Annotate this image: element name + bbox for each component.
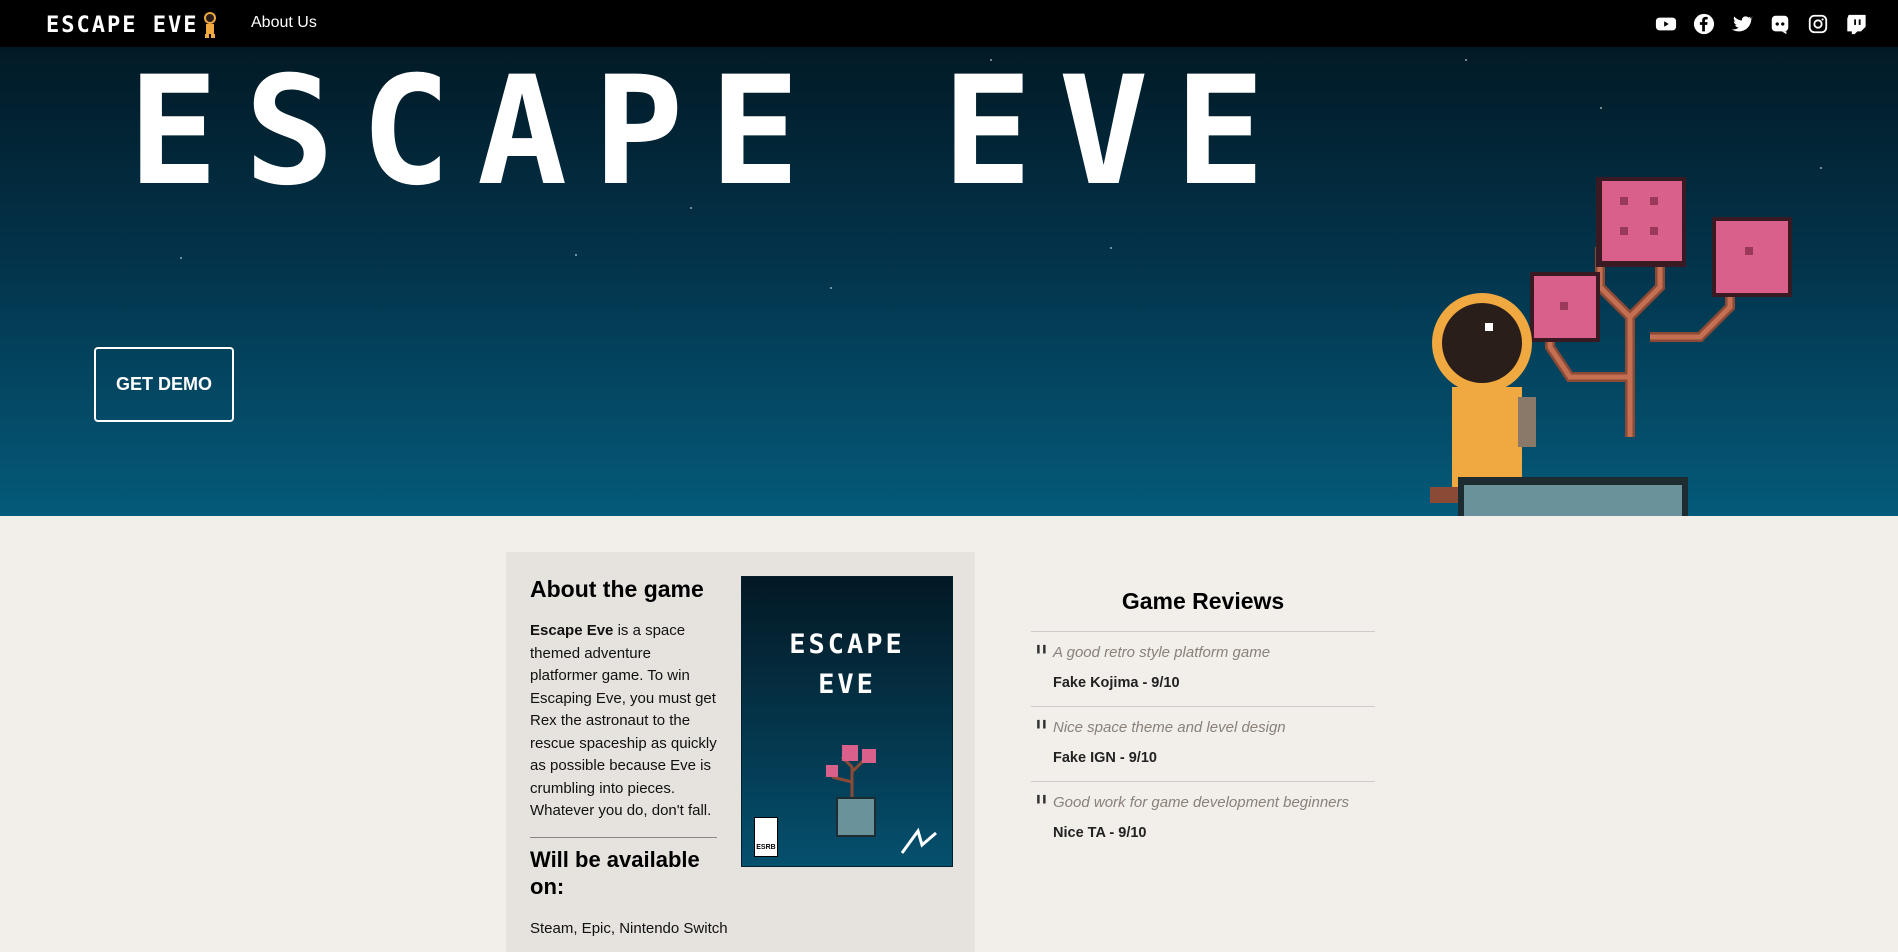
star bbox=[1465, 59, 1467, 61]
instagram-icon[interactable] bbox=[1806, 12, 1830, 36]
discord-icon[interactable] bbox=[1768, 12, 1792, 36]
top-navbar: ESCAPE EVE About Us bbox=[0, 0, 1898, 47]
brand-name: ESCAPE EVE bbox=[46, 12, 199, 38]
platforms-list: Steam, Epic, Nintendo Switch bbox=[530, 920, 728, 937]
youtube-icon[interactable] bbox=[1654, 12, 1678, 36]
astronaut-tree-illustration bbox=[1430, 177, 1792, 516]
about-game-name: Escape Eve bbox=[530, 622, 614, 639]
about-description: Escape Eve is a space themed adventure p… bbox=[530, 620, 720, 823]
about-divider bbox=[530, 837, 717, 838]
esrb-rating-badge: ESRB bbox=[754, 817, 778, 857]
review-author: Fake IGN - 9/10 bbox=[1053, 750, 1157, 766]
hero-title: ESCAPE EVE bbox=[128, 47, 1292, 219]
star bbox=[575, 254, 577, 256]
star bbox=[1820, 167, 1822, 169]
about-section: About the game Escape Eve is a space the… bbox=[506, 552, 975, 952]
cover-tree-art bbox=[826, 745, 876, 837]
star bbox=[1110, 247, 1112, 249]
about-heading: About the game bbox=[530, 576, 704, 602]
star bbox=[830, 287, 832, 289]
reviews-section: Game Reviews " A good retro style platfo… bbox=[1031, 582, 1375, 856]
review-author: Fake Kojima - 9/10 bbox=[1053, 675, 1180, 691]
twitch-icon[interactable] bbox=[1844, 12, 1868, 36]
social-links bbox=[1654, 12, 1868, 36]
astronaut-icon bbox=[204, 12, 217, 38]
review-quote: Nice space theme and level design bbox=[1053, 719, 1286, 736]
review-item: " Nice space theme and level design Fake… bbox=[1031, 706, 1375, 781]
twitter-icon[interactable] bbox=[1730, 12, 1754, 36]
quote-mark-icon: " bbox=[1034, 788, 1049, 826]
facebook-icon[interactable] bbox=[1692, 12, 1716, 36]
star bbox=[180, 257, 182, 259]
cover-title-line2: EVE bbox=[818, 669, 876, 700]
review-quote: A good retro style platform game bbox=[1053, 644, 1271, 661]
nav-about-us-link[interactable]: About Us bbox=[251, 14, 317, 32]
review-quote: Good work for game development beginners bbox=[1053, 794, 1350, 811]
quote-mark-icon: " bbox=[1034, 713, 1049, 751]
brand-logo[interactable]: ESCAPE EVE bbox=[46, 11, 218, 39]
reviews-heading: Game Reviews bbox=[1121, 588, 1285, 614]
quote-mark-icon: " bbox=[1034, 638, 1049, 676]
availability-heading: Will be available on: bbox=[530, 847, 700, 899]
get-demo-button[interactable]: GET DEMO bbox=[94, 347, 234, 422]
game-cover-image: ESCAPE EVE ESRB bbox=[741, 576, 953, 867]
review-author: Nice TA - 9/10 bbox=[1053, 825, 1147, 841]
cover-title: ESCAPE EVE bbox=[742, 625, 952, 705]
review-item: " A good retro style platform game Fake … bbox=[1031, 631, 1375, 706]
publisher-logo-icon bbox=[900, 827, 937, 854]
cover-title-line1: ESCAPE bbox=[789, 629, 905, 660]
about-description-text: is a space themed adventure platformer g… bbox=[530, 622, 717, 819]
review-item: " Good work for game development beginne… bbox=[1031, 781, 1375, 856]
star bbox=[1600, 107, 1602, 109]
hero-banner: ESCAPE EVE GET DEMO bbox=[0, 47, 1898, 516]
